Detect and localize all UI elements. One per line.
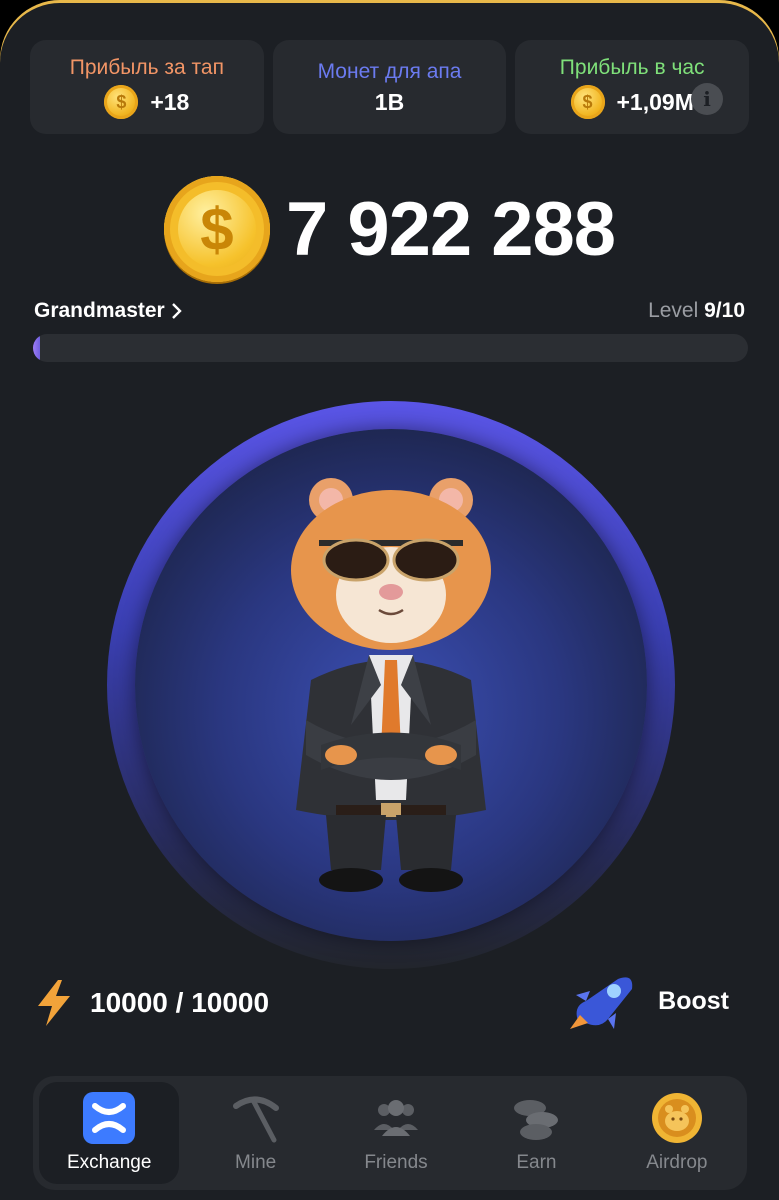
nav-label: Friends bbox=[364, 1152, 428, 1173]
stat-value: +18 bbox=[150, 88, 190, 115]
info-icon[interactable]: i bbox=[691, 83, 724, 115]
nav-mine[interactable]: Mine bbox=[185, 1076, 325, 1190]
chevron-right-icon bbox=[171, 303, 182, 319]
pickaxe-icon bbox=[230, 1092, 282, 1144]
rank-label: Grandmaster bbox=[34, 299, 165, 322]
nav-label: Airdrop bbox=[646, 1152, 708, 1173]
nav-exchange[interactable]: Exchange bbox=[39, 1082, 180, 1184]
nav-label: Earn bbox=[516, 1152, 557, 1173]
stat-label: Монет для апа bbox=[317, 59, 462, 83]
nav-label: Exchange bbox=[66, 1152, 152, 1173]
stats-row: Прибыль за тап $ +18 Монет для апа 1B Пр… bbox=[30, 40, 750, 134]
hamster-ceo-icon bbox=[291, 478, 491, 892]
nav-airdrop[interactable]: Airdrop bbox=[607, 1076, 747, 1190]
lightning-icon bbox=[38, 980, 70, 1026]
level-prefix: Level bbox=[648, 299, 699, 322]
game-panel: Прибыль за тап $ +18 Монет для апа 1B Пр… bbox=[0, 0, 779, 1200]
tap-area[interactable] bbox=[107, 401, 675, 969]
coin-icon: $ bbox=[104, 85, 139, 119]
nav-friends[interactable]: Friends bbox=[326, 1076, 466, 1190]
level-indicator: Level 9/10 bbox=[648, 299, 745, 323]
boost-label: Boost bbox=[658, 986, 729, 1015]
level-progress-bar bbox=[33, 334, 748, 362]
boost-button[interactable]: Boost bbox=[568, 970, 729, 1032]
level-progress-fill bbox=[33, 334, 41, 362]
exchange-icon bbox=[83, 1092, 136, 1144]
level-value: 9/10 bbox=[704, 299, 745, 322]
energy-value: 10000 / 10000 bbox=[90, 987, 270, 1018]
stat-profit-per-tap[interactable]: Прибыль за тап $ +18 bbox=[30, 40, 264, 134]
nav-label: Mine bbox=[235, 1152, 277, 1173]
stat-coins-to-level-up[interactable]: Монет для апа 1B bbox=[272, 40, 507, 134]
balance: $ 7 922 288 bbox=[0, 174, 779, 284]
hamster-coin-icon bbox=[651, 1092, 703, 1144]
stat-label: Прибыль за тап bbox=[69, 56, 224, 79]
rank-link[interactable]: Grandmaster bbox=[34, 299, 183, 323]
dollar-coin-icon: $ bbox=[163, 176, 270, 282]
stat-value: 1B bbox=[374, 88, 405, 115]
coins-icon bbox=[510, 1092, 562, 1144]
rocket-icon bbox=[570, 977, 633, 1029]
nav-earn[interactable]: Earn bbox=[466, 1076, 606, 1190]
stat-label: Прибыль в час bbox=[559, 56, 705, 79]
energy-counter: 10000 / 10000 bbox=[34, 978, 269, 1028]
stat-profit-per-hour[interactable]: Прибыль в час $ +1,09M i bbox=[515, 40, 750, 134]
friends-icon bbox=[370, 1092, 422, 1144]
level-row: Grandmaster Level 9/10 bbox=[34, 298, 745, 324]
balance-amount: 7 922 288 bbox=[285, 186, 616, 272]
tap-area-inner[interactable] bbox=[135, 429, 647, 941]
coin-icon: $ bbox=[570, 85, 605, 119]
stat-value: +1,09M bbox=[616, 88, 694, 115]
bottom-nav: Exchange Mine Friends Earn Airdrop bbox=[33, 1076, 747, 1190]
